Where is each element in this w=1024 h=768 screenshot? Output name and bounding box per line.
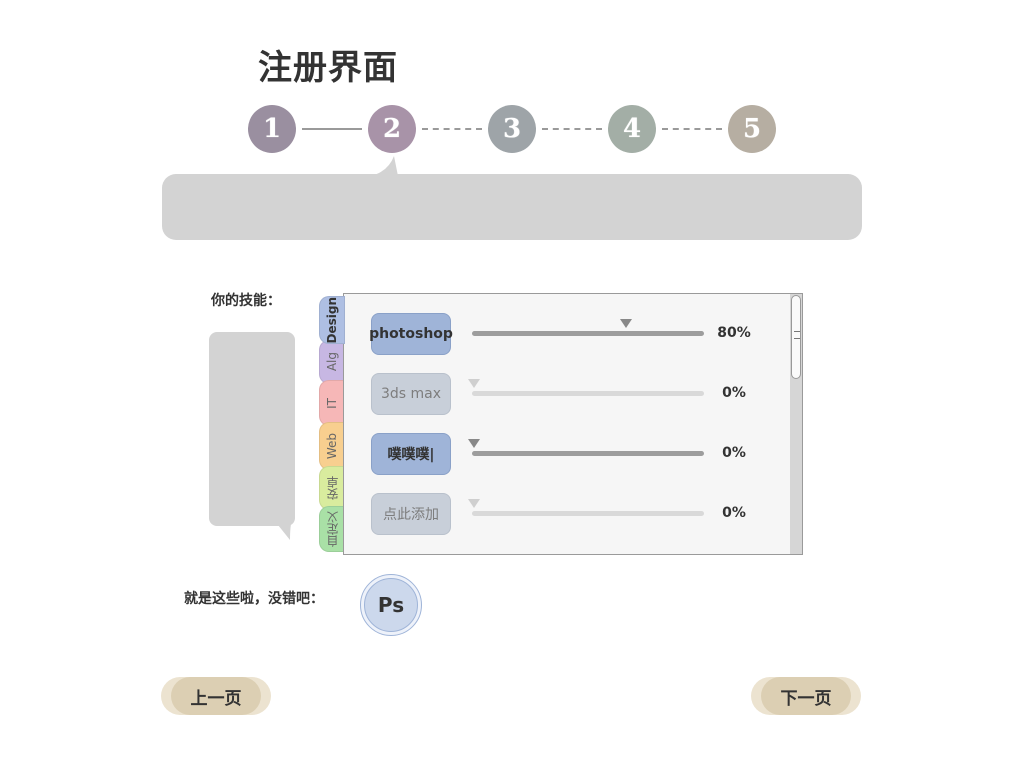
- prev-page-label: 上一页: [171, 677, 261, 715]
- selected-skill-badge-label: Ps: [364, 578, 418, 632]
- tab-android[interactable]: 安卓: [319, 466, 345, 510]
- skill-percent-3: 0%: [722, 505, 746, 521]
- skill-button-1[interactable]: 3ds max: [371, 373, 451, 415]
- step-connector: [662, 128, 722, 130]
- skill-slider-track-0[interactable]: [472, 331, 704, 336]
- skill-percent-0: 80%: [717, 325, 751, 341]
- skill-percent-2: 0%: [722, 445, 746, 461]
- tab-web[interactable]: Web: [319, 422, 345, 470]
- summary-label: 就是这些啦，没错吧：: [184, 591, 324, 607]
- tab-it[interactable]: IT: [319, 380, 345, 426]
- page-title: 注册界面: [258, 48, 398, 88]
- skill-description-bubble: [209, 332, 295, 526]
- tab-design[interactable]: Design: [319, 296, 345, 344]
- next-page-label: 下一页: [761, 677, 851, 715]
- skill-percent-1: 0%: [722, 385, 746, 401]
- skill-slider-handle-3[interactable]: [468, 499, 480, 508]
- skills-label: 你的技能：: [211, 293, 281, 309]
- skill-slider-track-1[interactable]: [472, 391, 704, 396]
- bubble-pointer: [370, 156, 398, 176]
- step-4[interactable]: 4: [608, 105, 656, 153]
- side-bubble-pointer: [274, 520, 292, 540]
- skill-input-2[interactable]: 噗噗噗|: [371, 433, 451, 475]
- step-3[interactable]: 3: [488, 105, 536, 153]
- add-skill-button[interactable]: 点此添加: [371, 493, 451, 535]
- skill-slider-handle-2[interactable]: [468, 439, 480, 448]
- step-connector: [422, 128, 482, 130]
- step-connector: [542, 128, 602, 130]
- skill-slider-handle-1[interactable]: [468, 379, 480, 388]
- step-5[interactable]: 5: [728, 105, 776, 153]
- tab-alg[interactable]: Alg: [319, 340, 345, 384]
- tab-custom[interactable]: 自定义: [319, 506, 345, 552]
- scrollbar-grip-icon: [794, 331, 800, 339]
- step-1[interactable]: 1: [248, 105, 296, 153]
- step-connector: [302, 128, 362, 130]
- skill-slider-track-2[interactable]: [472, 451, 704, 456]
- skill-slider-handle-0[interactable]: [619, 319, 632, 328]
- skill-button-0[interactable]: photoshop: [369, 313, 453, 355]
- step-info-bubble: [162, 174, 862, 240]
- skill-slider-track-3[interactable]: [472, 511, 704, 516]
- step-2[interactable]: 2: [368, 105, 416, 153]
